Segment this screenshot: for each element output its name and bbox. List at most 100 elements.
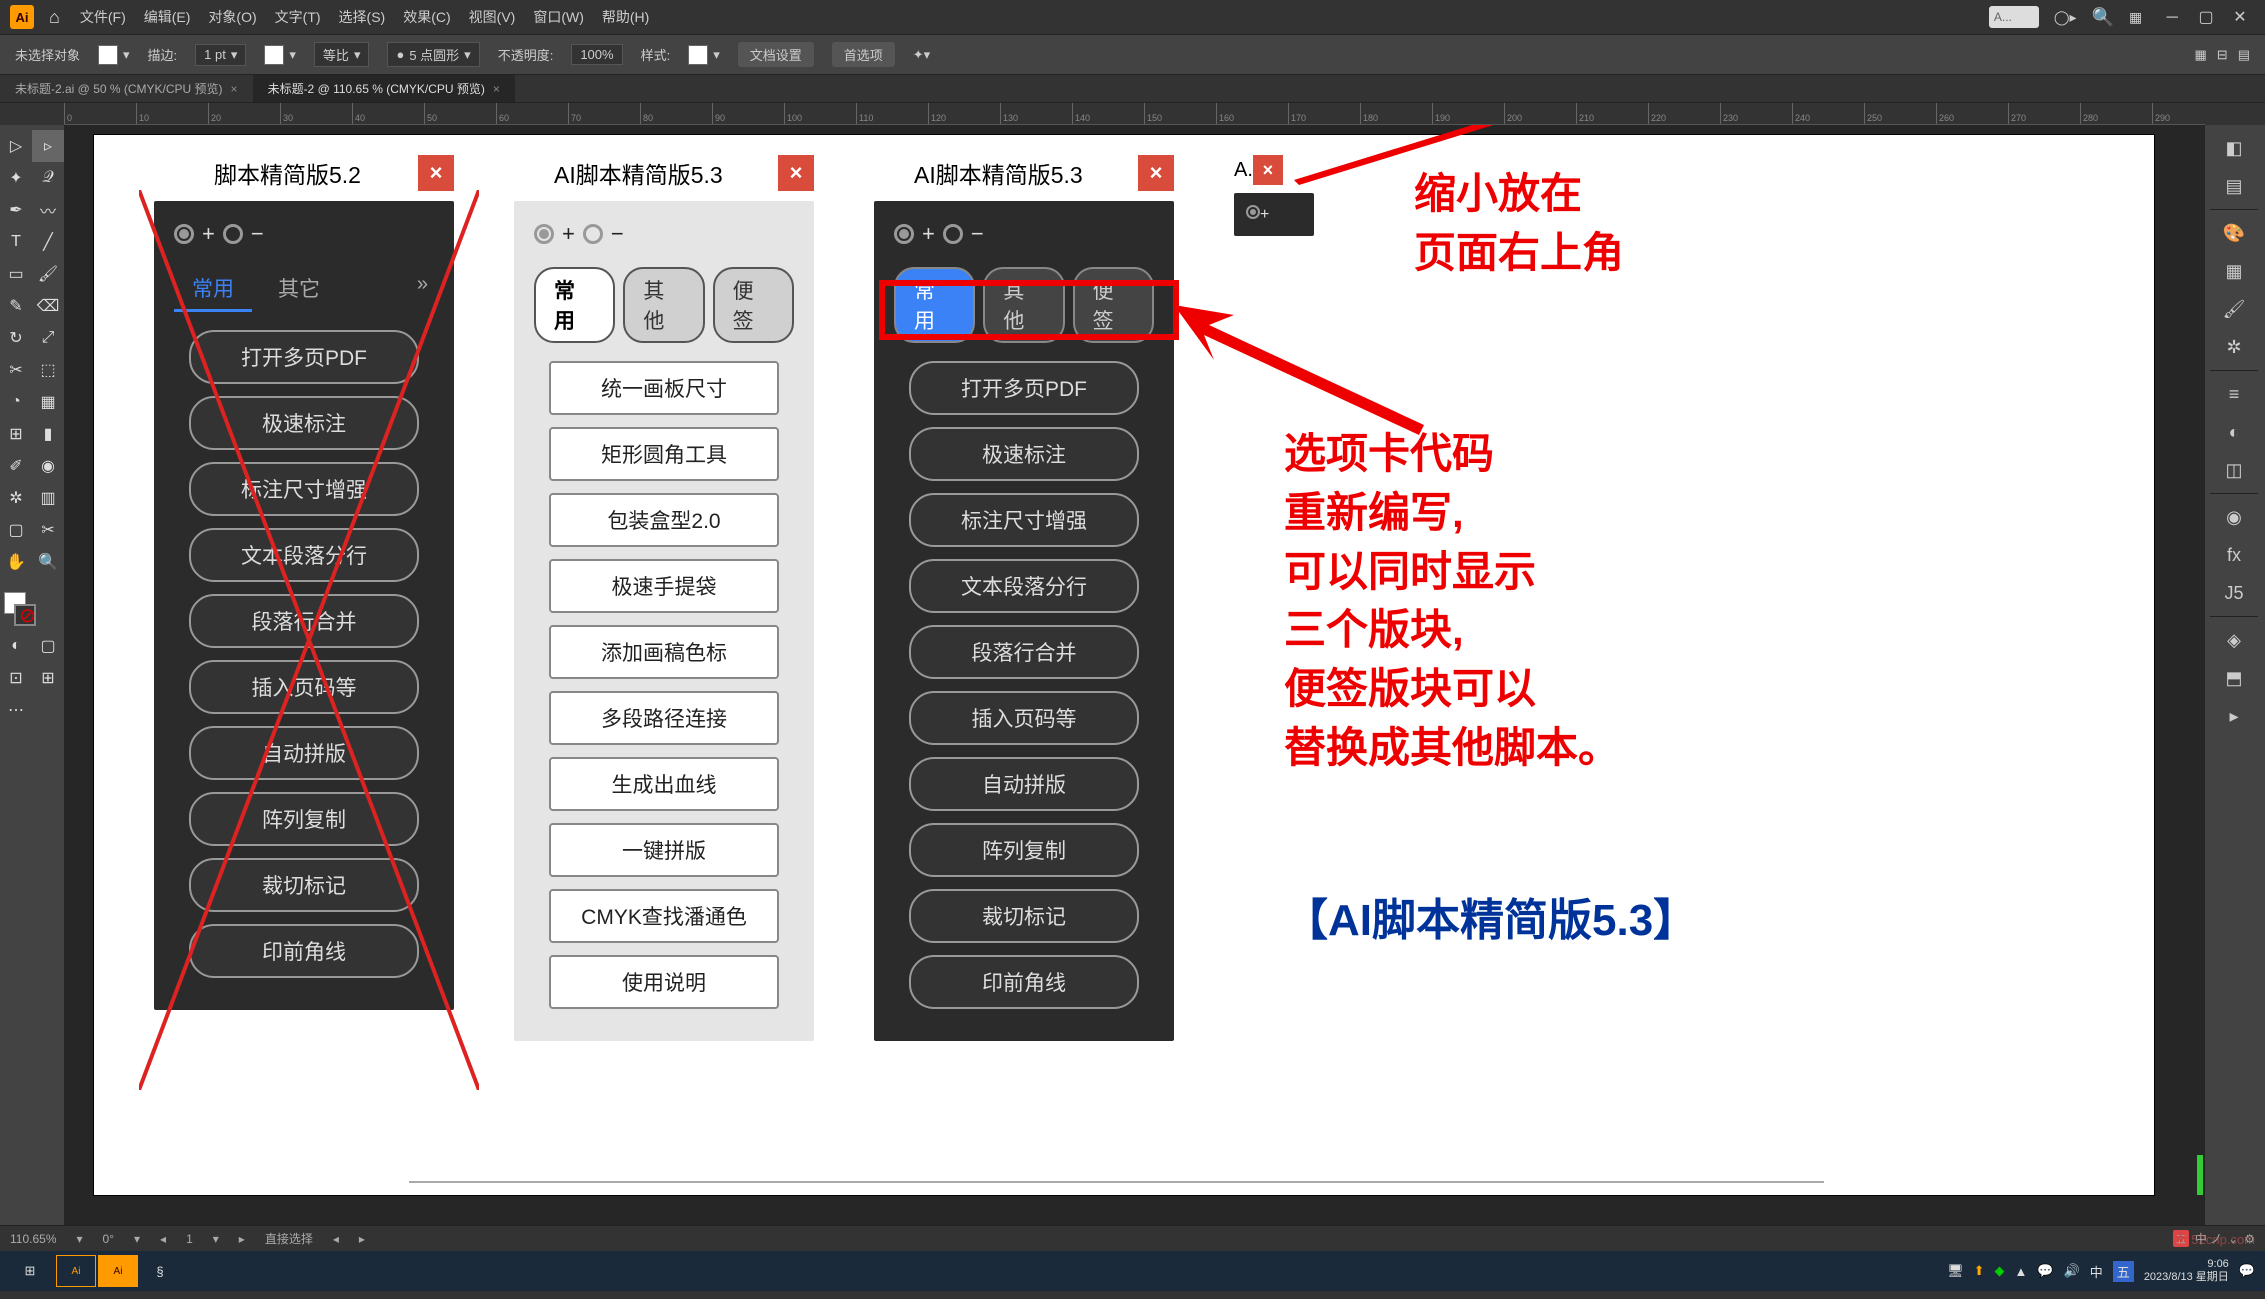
script-button[interactable]: 文本段落分行 [189,528,419,582]
selection-tool[interactable]: ▷ [0,130,32,162]
pin-icon[interactable]: ✦▾ [913,47,930,63]
menu-object[interactable]: 对象(O) [208,7,256,27]
libraries-icon[interactable]: ▤ [2210,168,2258,204]
canvas[interactable]: 脚本精简版5.2 × + − 常用 其它 » 打开多页PDF 极速标注 标注 [64,125,2205,1225]
close-button[interactable]: × [778,155,814,191]
stroke-swatch[interactable] [264,45,284,65]
radio-2[interactable] [943,224,963,244]
tray-chat-icon[interactable]: 💬 [2037,1263,2053,1279]
artboard-tool[interactable]: ▢ [0,514,32,546]
tab-notes[interactable]: 便签 [1073,267,1154,343]
gradient-icon[interactable]: ◐ [2210,414,2258,450]
stroke-weight[interactable]: 1 pt ▾ [195,44,246,66]
menu-edit[interactable]: 编辑(E) [144,7,191,27]
radio-2[interactable] [583,224,603,244]
script-button[interactable]: 裁切标记 [909,889,1139,943]
zoom-level[interactable]: 110.65% [10,1232,56,1246]
taskbar-app-ai-active[interactable]: Ai [98,1255,138,1287]
direct-selection-tool[interactable]: ▹ [32,130,64,162]
mesh-tool[interactable]: ⊞ [0,418,32,450]
tab-other[interactable]: 其它 [260,267,338,312]
script-button[interactable]: 添加画稿色标 [549,625,779,679]
shaper-tool[interactable]: ✎ [0,290,32,322]
script-button[interactable]: 段落行合并 [189,594,419,648]
script-button[interactable]: 阵列复制 [189,792,419,846]
appearance-icon[interactable]: ◉ [2210,499,2258,535]
eraser-tool[interactable]: ⌫ [32,290,64,322]
tray-app-icon[interactable]: ◆ [1995,1263,2005,1279]
menu-help[interactable]: 帮助(H) [602,7,649,27]
radio-2[interactable] [223,224,243,244]
color-mode-icon[interactable]: ◐ [0,630,32,662]
properties-icon[interactable]: ◧ [2210,130,2258,166]
taskbar-app-ai[interactable]: Ai [56,1255,96,1287]
radio-1[interactable] [174,224,194,244]
scale-tool[interactable]: ⤢ [32,322,64,354]
tab-notes[interactable]: 便签 [713,267,794,343]
close-icon[interactable]: × [231,82,238,96]
script-button[interactable]: 裁切标记 [189,858,419,912]
script-button[interactable]: 标注尺寸增强 [909,493,1139,547]
close-button[interactable]: × [1138,155,1174,191]
shape-builder-tool[interactable]: ◔ [0,386,32,418]
transparency-icon[interactable]: ◫ [2210,452,2258,488]
radio-1[interactable] [534,224,554,244]
taskbar-app-other[interactable]: § [140,1255,180,1287]
menu-effect[interactable]: 效果(C) [403,7,450,27]
brush-dropdown[interactable]: ● 5 点圆形 ▾ [387,42,479,67]
maximize-button[interactable]: ▢ [2191,7,2221,27]
blend-tool[interactable]: ◉ [32,450,64,482]
radio-1[interactable] [894,224,914,244]
script-button[interactable]: 段落行合并 [909,625,1139,679]
tab-common[interactable]: 常用 [894,267,975,343]
dock-icon[interactable]: ⊟ [2217,47,2228,63]
menu-type[interactable]: 文字(T) [275,7,321,27]
css-icon[interactable]: J5 [2210,575,2258,611]
script-button[interactable]: 极速标注 [189,396,419,450]
color-swatches[interactable]: ⊘ [0,588,64,630]
tray-wifi-icon[interactable]: 🖥 [1947,1263,1964,1279]
tab-other[interactable]: 其他 [983,267,1064,343]
symbols-icon[interactable]: ✲ [2210,329,2258,365]
gradient-tool[interactable]: ▮ [32,418,64,450]
tray-ime-wu[interactable]: 五 [2113,1261,2134,1282]
artboards-icon[interactable]: ▸ [2210,698,2258,734]
search-icon[interactable]: 🔍 [2092,7,2114,28]
taskbar-clock[interactable]: 9:06 2023/8/13 星期日 [2144,1258,2229,1284]
script-button[interactable]: 矩形圆角工具 [549,427,779,481]
close-button[interactable]: ✕ [2225,7,2255,27]
menu-file[interactable]: 文件(F) [80,7,126,27]
opacity-field[interactable]: 100% [571,44,622,65]
script-button[interactable]: 自动拼版 [909,757,1139,811]
script-button[interactable]: 打开多页PDF [189,330,419,384]
hand-tool[interactable]: ✋ [0,546,32,578]
tray-up-icon[interactable]: ▲ [2015,1264,2028,1279]
script-button[interactable]: 使用说明 [549,955,779,1009]
script-button[interactable]: 印前角线 [189,924,419,978]
expand-icon[interactable]: » [411,267,434,312]
stroke-icon[interactable]: ≡ [2210,376,2258,412]
script-button[interactable]: 包装盒型2.0 [549,493,779,547]
radio-1[interactable] [1246,205,1260,219]
prefs-button[interactable]: 首选项 [832,42,895,67]
graph-tool[interactable]: ▥ [32,482,64,514]
perspective-tool[interactable]: ▦ [32,386,64,418]
curvature-tool[interactable]: 〰 [32,194,64,226]
script-button[interactable]: 印前角线 [909,955,1139,1009]
cloud-icon[interactable]: ◯▸ [2054,9,2077,26]
brushes-icon[interactable]: 🖌 [2210,291,2258,327]
close-button[interactable]: × [418,155,454,191]
close-icon[interactable]: × [493,82,500,96]
fill-swatch[interactable] [98,45,118,65]
rotation[interactable]: 0° [103,1232,114,1246]
wand-tool[interactable]: ✦ [0,162,32,194]
screen-mode-icon[interactable]: ⊞ [32,662,64,694]
script-button[interactable]: 统一画板尺寸 [549,361,779,415]
tab-other[interactable]: 其他 [623,267,704,343]
script-button[interactable]: 阵列复制 [909,823,1139,877]
script-button[interactable]: 插入页码等 [189,660,419,714]
none-icon[interactable]: ▢ [32,630,64,662]
script-button[interactable]: 文本段落分行 [909,559,1139,613]
doc-setup-button[interactable]: 文档设置 [738,42,814,67]
home-icon[interactable]: ⌂ [49,7,60,28]
